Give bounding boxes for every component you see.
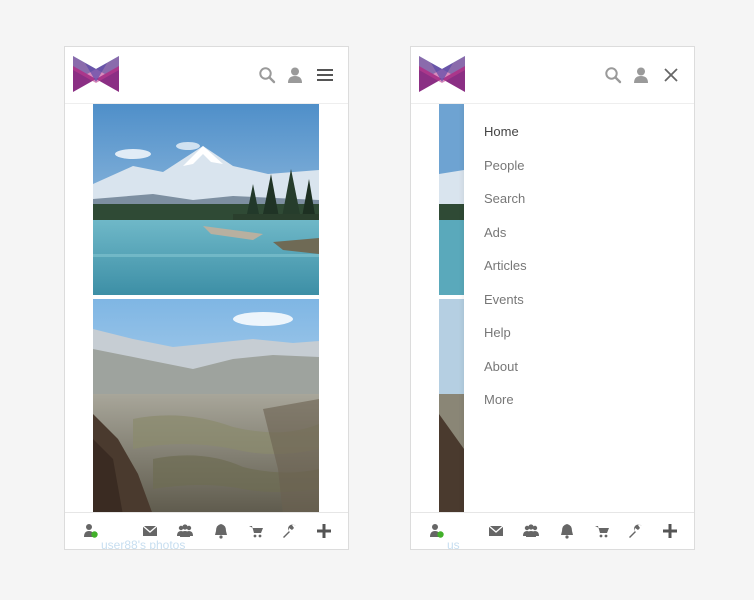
wrench-icon[interactable] <box>282 523 298 539</box>
users-group-icon[interactable] <box>177 523 193 539</box>
menu-item-search[interactable]: Search <box>484 191 525 206</box>
mobile-screen-photos: user88's photos <box>64 46 349 550</box>
app-header <box>411 47 694 104</box>
mountain-river-photo <box>439 104 464 295</box>
mobile-screen-menu-open: Home People Search Ads Articles Events H… <box>410 46 695 550</box>
envelope-icon[interactable] <box>488 523 504 539</box>
photos-caption-link[interactable]: us <box>447 538 460 549</box>
canyon-valley-photo <box>439 299 464 515</box>
menu-item-home[interactable]: Home <box>484 124 519 139</box>
online-user-icon[interactable] <box>429 523 445 539</box>
bell-icon[interactable] <box>559 523 575 539</box>
user-icon[interactable] <box>286 66 304 84</box>
envelope-icon[interactable] <box>142 523 158 539</box>
cart-icon[interactable] <box>594 523 610 539</box>
menu-item-about[interactable]: About <box>484 359 518 374</box>
bell-icon[interactable] <box>213 523 229 539</box>
logo-icon[interactable] <box>73 56 119 92</box>
users-group-icon[interactable] <box>523 523 539 539</box>
app-header <box>65 47 348 104</box>
search-icon[interactable] <box>604 66 622 84</box>
plus-icon[interactable] <box>662 523 678 539</box>
menu-item-ads[interactable]: Ads <box>484 225 506 240</box>
wrench-icon[interactable] <box>628 523 644 539</box>
menu-item-people[interactable]: People <box>484 158 524 173</box>
menu-item-articles[interactable]: Articles <box>484 258 527 273</box>
canyon-valley-photo[interactable] <box>93 299 319 515</box>
menu-item-help[interactable]: Help <box>484 325 511 340</box>
menu-item-events[interactable]: Events <box>484 292 524 307</box>
hamburger-menu-icon[interactable] <box>316 66 334 84</box>
user-icon[interactable] <box>632 66 650 84</box>
menu-item-more[interactable]: More <box>484 392 514 407</box>
cart-icon[interactable] <box>248 523 264 539</box>
navigation-menu: Home People Search Ads Articles Events H… <box>464 104 694 514</box>
search-icon[interactable] <box>258 66 276 84</box>
mountain-river-photo[interactable] <box>93 104 319 295</box>
photos-caption-link[interactable]: user88's photos <box>101 538 185 549</box>
plus-icon[interactable] <box>316 523 332 539</box>
online-user-icon[interactable] <box>83 523 99 539</box>
logo-icon[interactable] <box>419 56 465 92</box>
close-icon[interactable] <box>662 66 680 84</box>
